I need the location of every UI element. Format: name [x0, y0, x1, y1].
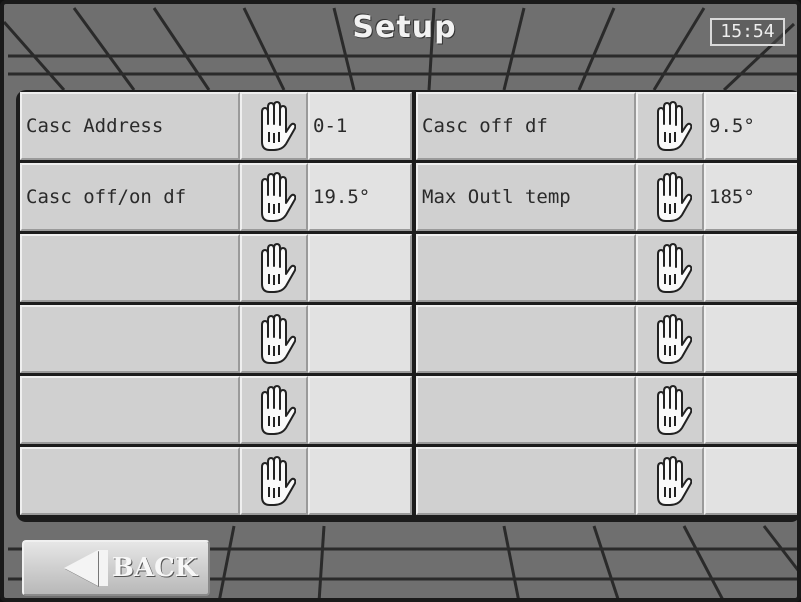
hand-icon — [657, 385, 692, 435]
parameter-value[interactable]: 9.5° — [704, 92, 797, 160]
parameter-label: Casc off df — [416, 92, 636, 160]
parameter-value[interactable] — [704, 234, 797, 302]
hand-icon — [261, 243, 296, 293]
parameter-label — [20, 376, 240, 444]
page-title: Setup — [352, 10, 457, 45]
parameter-value[interactable]: 19.5° — [308, 163, 412, 231]
hand-icon — [261, 314, 296, 364]
hand-icon — [261, 456, 296, 506]
back-button-label: BACK — [112, 553, 198, 583]
edit-hand-button[interactable] — [240, 376, 308, 444]
parameter-label — [416, 305, 636, 373]
edit-hand-button[interactable] — [240, 234, 308, 302]
parameter-label — [20, 305, 240, 373]
parameter-value[interactable] — [308, 447, 412, 515]
table-row: Casc off df 9.5° — [416, 92, 797, 160]
left-arrow-icon-shaft — [98, 550, 108, 586]
table-row — [20, 447, 412, 515]
parameter-label — [20, 234, 240, 302]
edit-hand-button[interactable] — [636, 234, 704, 302]
edit-hand-button[interactable] — [636, 447, 704, 515]
table-row — [416, 234, 797, 302]
hand-icon — [657, 172, 692, 222]
parameter-label: Casc Address — [20, 92, 240, 160]
parameter-label — [416, 376, 636, 444]
right-panel: Casc off df 9.5° Max Outl temp 185° — [416, 92, 797, 522]
left-panel: Casc Address 0-1 Casc off/on df 19.5° — [20, 92, 412, 522]
table-row — [416, 376, 797, 444]
hand-icon — [261, 101, 296, 151]
clock-display: 15:54 — [710, 18, 785, 46]
hand-icon — [657, 243, 692, 293]
table-row — [20, 305, 412, 373]
table-row: Casc off/on df 19.5° — [20, 163, 412, 231]
hand-icon — [261, 172, 296, 222]
parameter-value[interactable]: 185° — [704, 163, 797, 231]
parameter-value[interactable] — [308, 376, 412, 444]
hand-icon — [657, 456, 692, 506]
hand-icon — [657, 314, 692, 364]
table-row — [416, 305, 797, 373]
back-button[interactable]: BACK — [22, 540, 210, 596]
edit-hand-button[interactable] — [636, 163, 704, 231]
edit-hand-button[interactable] — [240, 163, 308, 231]
hand-icon — [657, 101, 692, 151]
parameter-value[interactable] — [308, 305, 412, 373]
parameter-label — [20, 447, 240, 515]
edit-hand-button[interactable] — [636, 376, 704, 444]
parameter-label: Max Outl temp — [416, 163, 636, 231]
edit-hand-button[interactable] — [636, 92, 704, 160]
table-row — [20, 234, 412, 302]
parameter-label — [416, 234, 636, 302]
parameter-value[interactable] — [704, 305, 797, 373]
screen: Setup 15:54 Casc Address 0-1 Casc off/on … — [0, 0, 801, 602]
parameter-value[interactable]: 0-1 — [308, 92, 412, 160]
edit-hand-button[interactable] — [240, 92, 308, 160]
table-row — [20, 376, 412, 444]
parameter-value[interactable] — [704, 376, 797, 444]
hand-icon — [261, 385, 296, 435]
parameter-value[interactable] — [704, 447, 797, 515]
table-row: Casc Address 0-1 — [20, 92, 412, 160]
parameter-value[interactable] — [308, 234, 412, 302]
parameter-label: Casc off/on df — [20, 163, 240, 231]
edit-hand-button[interactable] — [636, 305, 704, 373]
parameter-label — [416, 447, 636, 515]
setup-table: Casc Address 0-1 Casc off/on df 19.5° Cas… — [16, 90, 797, 522]
edit-hand-button[interactable] — [240, 447, 308, 515]
table-row — [416, 447, 797, 515]
edit-hand-button[interactable] — [240, 305, 308, 373]
table-row: Max Outl temp 185° — [416, 163, 797, 231]
left-arrow-icon — [64, 550, 98, 586]
